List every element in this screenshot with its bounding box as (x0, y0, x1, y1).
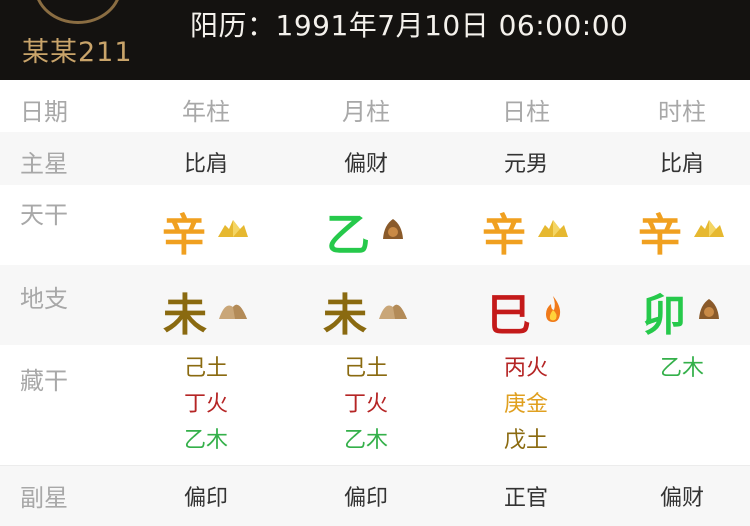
row-label-earthly-branch: 地支 (20, 285, 68, 313)
metal-ingot-icon (692, 217, 726, 245)
hidden-stems-day: 丙火 庚金 戊土 (456, 351, 596, 459)
main-star-day: 元男 (503, 152, 548, 177)
col-label-date: 日期 (20, 98, 68, 126)
hidden-stem-item: 戊土 (503, 428, 548, 453)
stem-char-month: 乙 (326, 210, 370, 261)
branch-char-hour: 卯 (642, 290, 686, 341)
username: 某某211 (22, 37, 133, 68)
stem-cell-hour: 辛 (612, 199, 750, 263)
stem-cell-year: 辛 (136, 199, 276, 263)
column-header-row: 日期 年柱 月柱 日柱 时柱 (0, 80, 750, 132)
row-label-heavenly-stem: 天干 (20, 201, 68, 229)
hidden-stem-item: 乙木 (343, 428, 388, 453)
stem-char-hour: 辛 (638, 210, 682, 261)
main-star-month: 偏财 (343, 152, 388, 177)
col-header-year: 年柱 (182, 98, 230, 126)
branch-cell-month: 未 (296, 279, 436, 343)
branch-cell-day: 巳 (456, 279, 596, 343)
wood-icon (696, 295, 722, 327)
wood-icon (380, 215, 406, 247)
hidden-stem-item: 丁火 (183, 392, 228, 417)
stem-cell-day: 辛 (456, 199, 596, 263)
branch-char-month: 未 (323, 290, 367, 341)
hidden-stem-item: 丙火 (503, 356, 548, 381)
hidden-stem-item: 己土 (183, 356, 228, 381)
col-header-month: 月柱 (342, 98, 390, 126)
row-label-sub-star: 副星 (20, 484, 68, 512)
branch-char-day: 巳 (487, 290, 531, 341)
branch-cell-hour: 卯 (612, 279, 750, 343)
sub-star-year: 偏印 (183, 486, 228, 511)
hidden-stem-item: 乙木 (183, 428, 228, 453)
hidden-stem-item: 己土 (343, 356, 388, 381)
sub-star-hour: 偏财 (659, 486, 704, 511)
hidden-stem-item: 丁火 (343, 392, 388, 417)
stem-cell-month: 乙 (296, 199, 436, 263)
branch-char-year: 未 (163, 290, 207, 341)
main-star-hour: 比肩 (659, 152, 704, 177)
sub-star-month: 偏印 (343, 486, 388, 511)
main-star-row: 主星 比肩 偏财 元男 比肩 (0, 132, 750, 185)
hidden-stems-hour: 乙木 (612, 351, 750, 387)
bazi-table: 日期 年柱 月柱 日柱 时柱 主星 比肩 偏财 元男 比肩 天干 辛 乙 辛 辛… (0, 80, 750, 526)
col-header-hour: 时柱 (658, 98, 706, 126)
earth-mound-icon (377, 297, 409, 325)
hidden-stems-row: 藏干 己土 丁火 乙木 己土 丁火 乙木 丙火 庚金 戊土 乙木 (0, 345, 750, 465)
metal-ingot-icon (536, 217, 570, 245)
hidden-stem-item: 庚金 (503, 392, 548, 417)
sub-star-day: 正官 (503, 486, 548, 511)
earth-mound-icon (217, 297, 249, 325)
row-label-hidden-stems: 藏干 (20, 367, 68, 395)
heavenly-stem-row: 天干 辛 乙 辛 辛 (0, 185, 750, 265)
stem-char-day: 辛 (482, 210, 526, 261)
hidden-stems-year: 己土 丁火 乙木 (136, 351, 276, 459)
metal-ingot-icon (216, 217, 250, 245)
app-header: 某某211 阳历：1991年7月10日 06:00:00 (0, 0, 750, 80)
hidden-stems-month: 己土 丁火 乙木 (296, 351, 436, 459)
solar-date: 阳历：1991年7月10日 06:00:00 (190, 9, 629, 42)
stem-char-year: 辛 (162, 210, 206, 261)
sub-star-row: 副星 偏印 偏印 正官 偏财 (0, 465, 750, 526)
main-star-year: 比肩 (183, 152, 228, 177)
fire-icon (541, 294, 565, 328)
branch-cell-year: 未 (136, 279, 276, 343)
avatar[interactable] (34, 0, 122, 24)
earthly-branch-row: 地支 未 未 巳 卯 (0, 265, 750, 345)
col-header-day: 日柱 (502, 98, 550, 126)
row-label-main-star: 主星 (20, 150, 68, 178)
hidden-stem-item: 乙木 (659, 356, 704, 381)
